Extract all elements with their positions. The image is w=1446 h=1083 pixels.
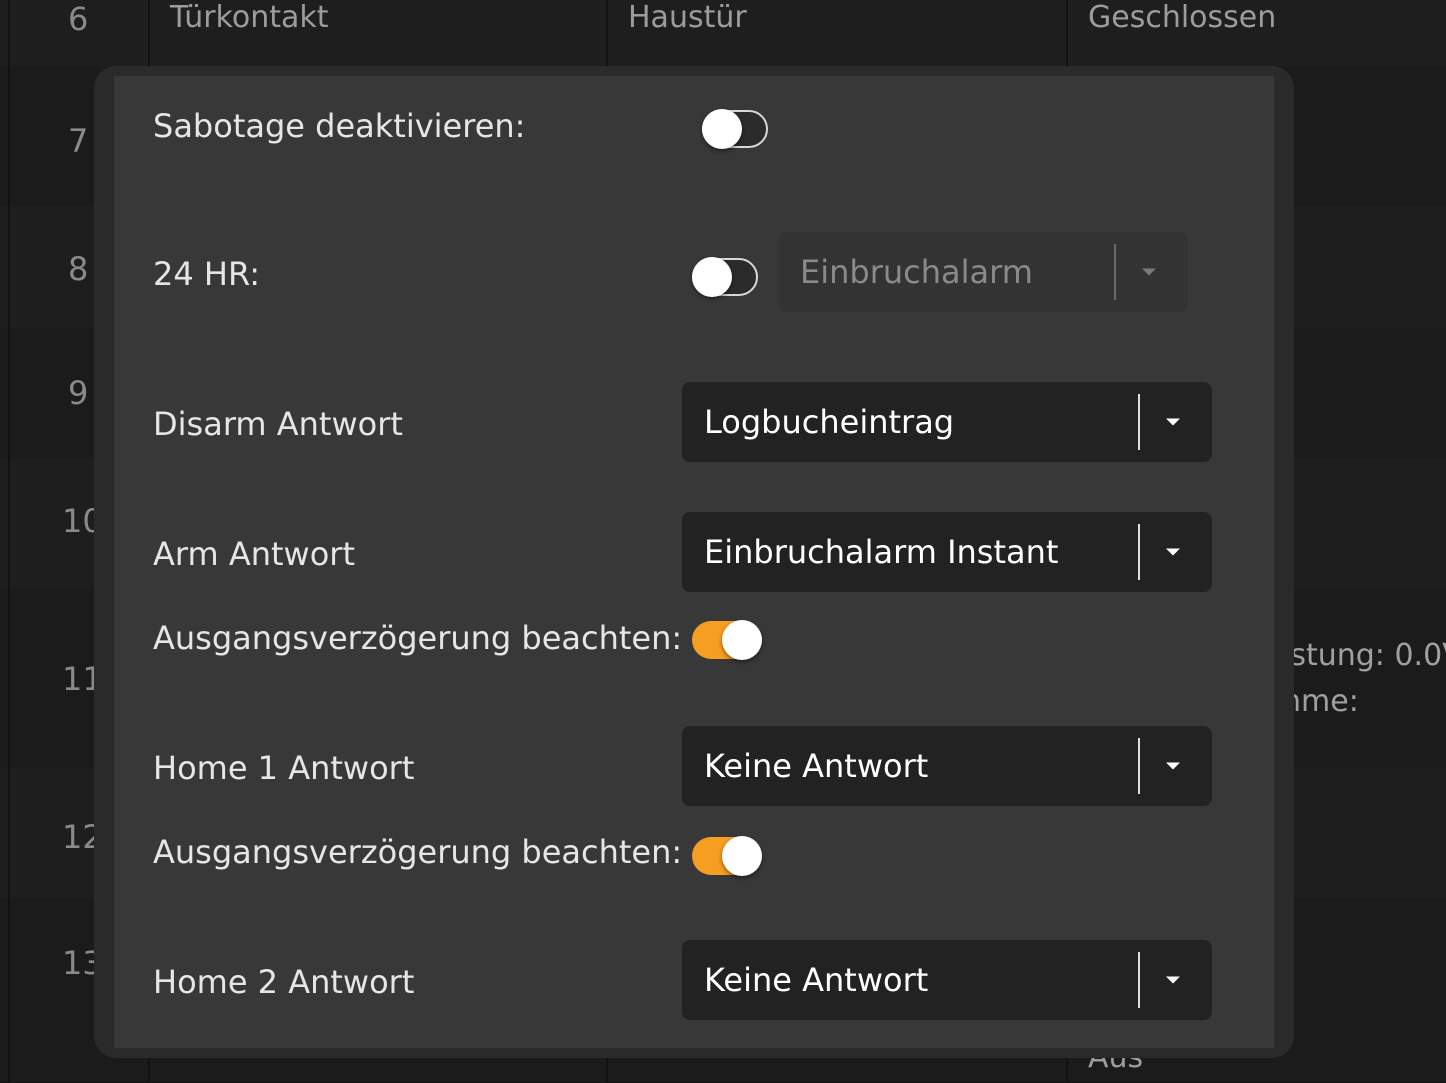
chevron-down-icon: [1166, 762, 1180, 770]
select-divider: [1138, 524, 1140, 580]
hr24-toggle[interactable]: [692, 257, 758, 297]
hr24-select-value: Einbruchalarm: [800, 253, 1033, 291]
hr24-select[interactable]: Einbruchalarm: [778, 232, 1188, 312]
row-number: 6: [68, 0, 89, 38]
toggle-knob: [702, 109, 742, 149]
sabotage-label: Sabotage deaktivieren:: [153, 107, 526, 145]
select-divider: [1138, 952, 1140, 1008]
side-info-text: istung: 0.0V: [1282, 638, 1446, 673]
select-divider: [1114, 244, 1116, 300]
home1-exit-delay-toggle[interactable]: [692, 836, 762, 876]
toggle-knob: [722, 620, 762, 660]
arm-exit-delay-toggle[interactable]: [692, 620, 762, 660]
table-divider: [8, 0, 10, 1082]
arm-response-select[interactable]: Einbruchalarm Instant: [682, 512, 1212, 592]
home2-response-label: Home 2 Antwort: [153, 963, 415, 1001]
sabotage-toggle[interactable]: [702, 109, 768, 149]
disarm-response-select[interactable]: Logbucheintrag: [682, 382, 1212, 462]
hr24-label: 24 HR:: [153, 255, 260, 293]
disarm-response-value: Logbucheintrag: [704, 403, 955, 441]
home1-response-value: Keine Antwort: [704, 747, 929, 785]
arm-exit-delay-label: Ausgangsverzögerung beachten:: [153, 619, 683, 657]
arm-response-value: Einbruchalarm Instant: [704, 533, 1059, 571]
chevron-down-icon: [1166, 548, 1180, 556]
chevron-down-icon: [1166, 418, 1180, 426]
toggle-knob: [692, 257, 732, 297]
select-divider: [1138, 394, 1140, 450]
home1-exit-delay-label: Ausgangsverzögerung beachten:: [153, 833, 683, 871]
home2-response-value: Keine Antwort: [704, 961, 929, 999]
device-type-cell: Türkontakt: [170, 0, 329, 35]
toggle-knob: [722, 836, 762, 876]
disarm-response-label: Disarm Antwort: [153, 405, 403, 443]
home1-response-select[interactable]: Keine Antwort: [682, 726, 1212, 806]
arm-response-label: Arm Antwort: [153, 535, 355, 573]
device-status-cell: Geschlossen: [1088, 0, 1277, 35]
chevron-down-icon: [1166, 976, 1180, 984]
device-location-cell: Haustür: [628, 0, 747, 35]
chevron-down-icon: [1142, 268, 1156, 276]
home2-response-select[interactable]: Keine Antwort: [682, 940, 1212, 1020]
select-divider: [1138, 738, 1140, 794]
home1-response-label: Home 1 Antwort: [153, 749, 415, 787]
